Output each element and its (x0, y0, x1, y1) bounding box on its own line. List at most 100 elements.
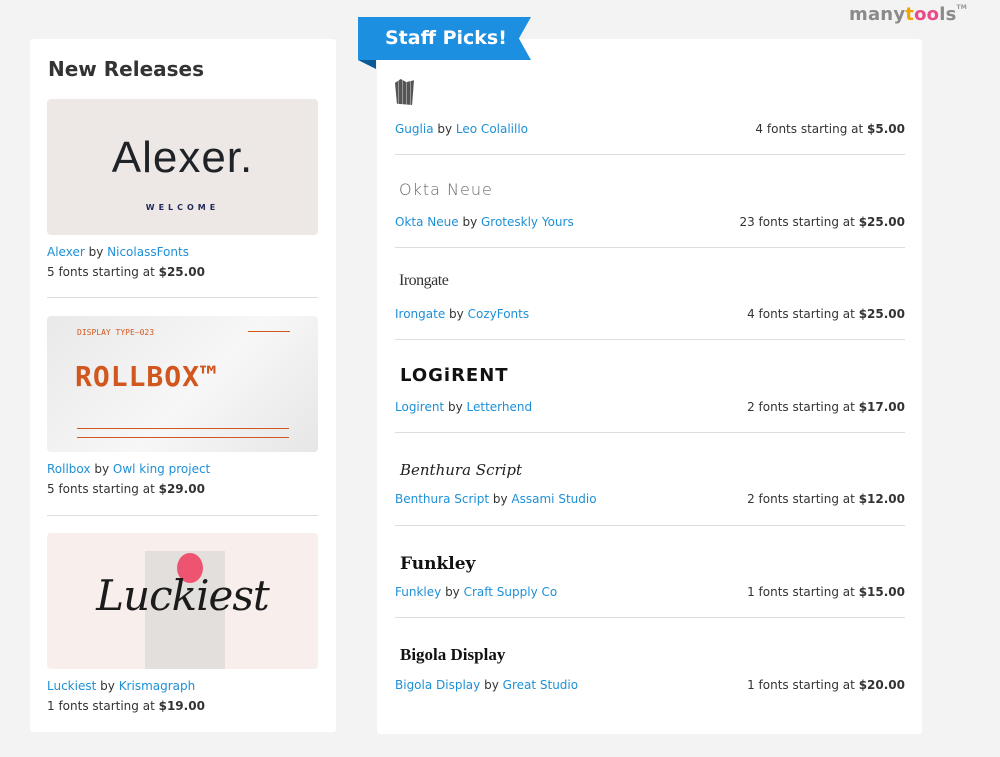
font-link[interactable]: Funkley (395, 585, 441, 599)
font-link[interactable]: Guglia (395, 122, 434, 136)
author-link[interactable]: Groteskly Yours (481, 215, 574, 229)
divider (395, 154, 905, 155)
release-item: Alexer. WELCOME Alexer by NicolassFonts … (47, 99, 318, 280)
price: $25.00 (858, 307, 905, 321)
font-count: 1 fonts starting at (47, 699, 155, 713)
thumbnail-title: Alexer. (111, 133, 254, 182)
author-link[interactable]: Letterhend (467, 400, 533, 414)
by-text: by (447, 400, 463, 414)
font-sample[interactable]: Bigola Display (395, 635, 905, 669)
font-count: 23 fonts starting at (739, 215, 855, 229)
font-sample[interactable]: Okta Neue (395, 172, 905, 206)
author-link[interactable]: Assami Studio (511, 492, 596, 506)
divider (395, 525, 905, 526)
logo-text: ls (939, 4, 957, 25)
release-thumbnail[interactable]: DISPLAY TYPE—023 ROLLBOX™ (47, 316, 318, 452)
release-title-line: Luckiest by Krismagraph (47, 678, 318, 694)
font-sample[interactable]: Benthura Script (395, 449, 905, 483)
by-text: by (462, 215, 478, 229)
font-link[interactable]: Bigola Display (395, 678, 480, 692)
font-link[interactable]: Logirent (395, 400, 444, 414)
staff-pick-item: Bigola Display Bigola Display by Great S… (395, 635, 905, 693)
author-link[interactable]: CozyFonts (468, 307, 530, 321)
font-count: 2 fonts starting at (747, 400, 855, 414)
price: $12.00 (858, 492, 905, 506)
price: $19.00 (158, 699, 205, 713)
thumbnail-subtitle: WELCOME (145, 203, 220, 212)
author-link[interactable]: Krismagraph (119, 679, 196, 693)
divider (395, 247, 905, 248)
logo-text: many (849, 4, 906, 25)
divider (395, 432, 905, 433)
staff-pick-item: LOGiRENT Logirent by Letterhend 2 fonts … (395, 357, 905, 415)
font-link[interactable]: Okta Neue (395, 215, 459, 229)
by-text: by (437, 122, 453, 136)
by-text: by (484, 678, 499, 692)
divider (395, 339, 905, 340)
font-count: 4 fonts starting at (747, 307, 855, 321)
font-sample-text: LOGiRENT (400, 365, 509, 386)
logo-text: t (905, 4, 915, 25)
font-link[interactable]: Alexer (47, 245, 85, 259)
font-sample-text: Bigola Display (400, 645, 506, 664)
price: $15.00 (858, 585, 905, 599)
price: $29.00 (158, 482, 205, 496)
by-text: by (449, 307, 464, 321)
release-thumbnail[interactable]: Alexer. WELCOME (47, 99, 318, 235)
author-link[interactable]: Owl king project (113, 462, 210, 476)
new-releases-heading: New Releases (48, 57, 204, 81)
author-link[interactable]: Craft Supply Co (464, 585, 558, 599)
author-link[interactable]: Leo Colalillo (456, 122, 528, 136)
by-text: by (94, 462, 110, 476)
ribbon-fold (358, 60, 376, 69)
font-sample-text: Irongate (399, 272, 449, 289)
font-count: 1 fonts starting at (747, 585, 855, 599)
staff-picks-ribbon: Staff Picks! (358, 17, 531, 60)
manytools-logo[interactable]: manytoolsTM (849, 4, 967, 25)
thumbnail-title: Luckiest (96, 571, 270, 620)
author-link[interactable]: Great Studio (503, 678, 578, 692)
font-count: 2 fonts starting at (747, 492, 855, 506)
by-text: by (100, 679, 115, 693)
by-text: by (492, 492, 508, 506)
release-title-line: Rollbox by Owl king project (47, 461, 318, 477)
staff-pick-item: Okta Neue Okta Neue by Groteskly Yours 2… (395, 172, 905, 230)
release-item: Luckiest Luckiest by Krismagraph 1 fonts… (47, 533, 318, 714)
price: $17.00 (858, 400, 905, 414)
logo-tm: TM (956, 4, 967, 11)
font-sample-text: Okta Neue (399, 180, 493, 199)
divider (47, 297, 318, 298)
decorative-line (248, 331, 290, 332)
font-link[interactable]: Benthura Script (395, 492, 489, 506)
price: $5.00 (867, 122, 905, 136)
price: $25.00 (858, 215, 905, 229)
font-link[interactable]: Irongate (395, 307, 445, 321)
thumbnail-title: ROLLBOX™ (75, 360, 218, 393)
font-link[interactable]: Rollbox (47, 462, 91, 476)
staff-pick-item: Guglia by Leo Colalillo 4 fonts starting… (395, 79, 905, 137)
release-thumbnail[interactable]: Luckiest (47, 533, 318, 669)
thumbnail-tag: DISPLAY TYPE—023 (77, 328, 155, 337)
font-count: 4 fonts starting at (755, 122, 864, 136)
release-title-line: Alexer by NicolassFonts (47, 244, 318, 260)
release-price-line: 1 fonts starting at $19.00 (47, 698, 318, 714)
font-sample[interactable]: LOGiRENT (395, 357, 905, 391)
font-count: 5 fonts starting at (47, 265, 155, 279)
release-price-line: 5 fonts starting at $25.00 (47, 264, 318, 280)
price: $20.00 (858, 678, 905, 692)
font-sample-glyph (395, 79, 414, 105)
author-link[interactable]: NicolassFonts (107, 245, 189, 259)
font-sample[interactable] (395, 79, 905, 113)
release-price-line: 5 fonts starting at $29.00 (47, 481, 318, 497)
font-link[interactable]: Luckiest (47, 679, 96, 693)
new-releases-panel: New Releases Alexer. WELCOME Alexer by N… (30, 39, 336, 732)
font-sample[interactable]: Funkley (395, 542, 905, 576)
font-count: 1 fonts starting at (747, 678, 855, 692)
divider (395, 617, 905, 618)
logo-text: oo (914, 4, 940, 25)
font-sample[interactable]: Irongate (395, 264, 905, 298)
staff-pick-item: Funkley Funkley by Craft Supply Co 1 fon… (395, 542, 905, 600)
decorative-bar (77, 428, 289, 438)
font-sample-text: Funkley (400, 554, 476, 574)
release-item: DISPLAY TYPE—023 ROLLBOX™ Rollbox by Owl… (47, 316, 318, 497)
